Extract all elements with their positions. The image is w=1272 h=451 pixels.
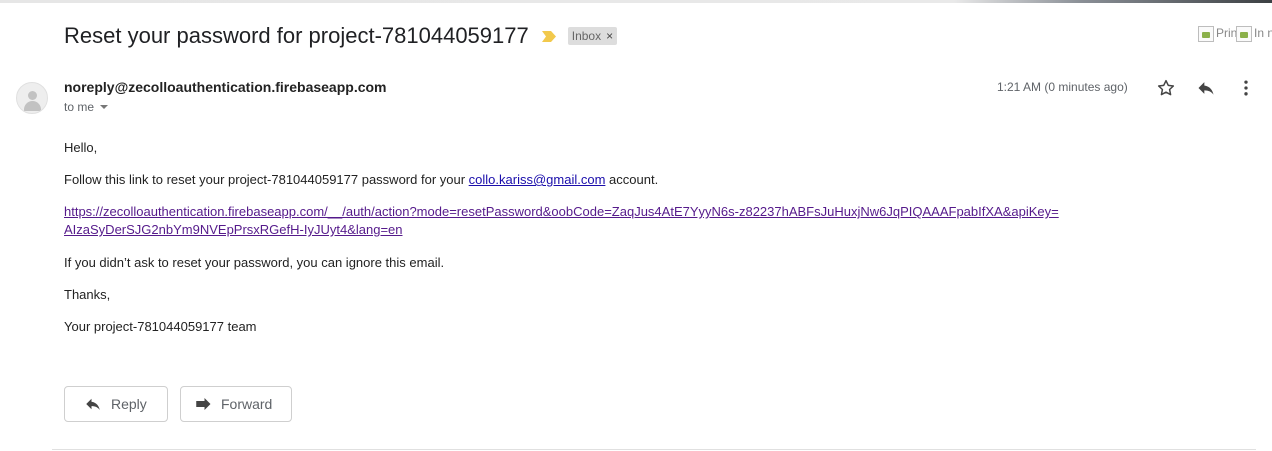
inbox-label-text: Inbox [571, 29, 602, 43]
reply-button-label: Reply [111, 396, 147, 412]
reply-icon [83, 394, 103, 414]
instruction-suffix: account. [609, 172, 659, 187]
avatar-head [28, 91, 37, 100]
reset-link-line1[interactable]: https://zecolloauthentication.firebaseap… [64, 204, 1059, 219]
reset-link-paragraph: https://zecolloauthentication.firebaseap… [64, 203, 1059, 239]
email-date: 1:21 AM (0 minutes ago) [997, 80, 1128, 94]
more-vert-icon[interactable] [1235, 77, 1257, 99]
show-details-caret-icon[interactable] [100, 105, 109, 109]
forward-icon [193, 394, 213, 414]
star-icon[interactable] [1155, 77, 1177, 99]
forward-button[interactable]: Forward [180, 386, 292, 422]
recipient-line: to me [64, 100, 109, 114]
greeting: Hello, [64, 140, 98, 155]
thanks-line: Thanks, [64, 287, 111, 302]
new-window-icon[interactable] [1236, 26, 1252, 42]
reset-link-line2[interactable]: AIzaSyDerSJG2nbYm9NVEpPrsxRGefH-IyJUyt4&… [64, 222, 403, 237]
top-edge-strip [0, 0, 1272, 3]
forward-button-label: Forward [221, 396, 273, 412]
remove-label-button[interactable]: × [606, 29, 613, 43]
signature-line: Your project-781044059177 team [64, 319, 257, 334]
inbox-label-chip: Inbox × [567, 27, 618, 45]
avatar-torso [24, 101, 41, 111]
new-window-alt-text: In n [1254, 26, 1272, 40]
recipient-text: to me [64, 100, 95, 114]
reply-icon[interactable] [1195, 77, 1217, 99]
instruction-prefix: Follow this link to reset your project-7… [64, 172, 466, 187]
print-icon [1198, 26, 1214, 42]
email-subject: Reset your password for project-78104405… [64, 23, 529, 48]
sender-address[interactable]: noreply@zecolloauthentication.firebaseap… [64, 79, 387, 95]
account-email-link[interactable]: collo.kariss@gmail.com [469, 172, 606, 187]
message-divider [52, 449, 1256, 450]
subject-row: Reset your password for project-78104405… [64, 20, 618, 52]
default-avatar-icon [16, 82, 48, 114]
print-all-button[interactable]: Print all In n [1198, 26, 1272, 46]
reset-password-link[interactable]: https://zecolloauthentication.firebaseap… [64, 204, 1059, 237]
ignore-note: If you didn’t ask to reset your password… [64, 255, 445, 270]
importance-marker-icon[interactable] [541, 30, 556, 42]
reply-button[interactable]: Reply [64, 386, 168, 422]
print-alt-text: Print all [1216, 26, 1236, 40]
instruction-paragraph: Follow this link to reset your project-7… [64, 171, 658, 189]
